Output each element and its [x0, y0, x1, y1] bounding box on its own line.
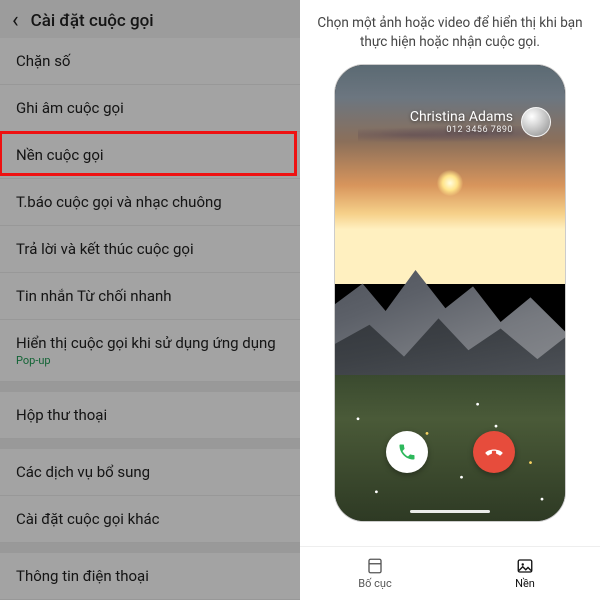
image-icon — [516, 557, 534, 575]
settings-item-background[interactable]: Nền cuộc gọi — [0, 132, 300, 179]
home-indicator — [410, 510, 490, 513]
back-icon[interactable]: ‹ — [12, 10, 19, 32]
settings-item-supplementary[interactable]: Các dịch vụ bổ sung — [0, 449, 300, 496]
settings-item-record[interactable]: Ghi âm cuộc gọi — [0, 85, 300, 132]
settings-item-sub: Pop-up — [16, 354, 284, 367]
settings-item-popup[interactable]: Hiển thị cuộc gọi khi sử dụng ứng dụng P… — [0, 320, 300, 382]
call-buttons — [335, 431, 565, 473]
phone-icon — [397, 442, 417, 462]
answer-button[interactable] — [386, 431, 428, 473]
caller-info: Christina Adams 012 3456 7890 — [410, 107, 551, 137]
settings-item-answer-end[interactable]: Trả lời và kết thúc cuộc gọi — [0, 226, 300, 273]
caller-name: Christina Adams — [410, 109, 513, 125]
layout-icon — [366, 557, 384, 575]
settings-item-other[interactable]: Cài đặt cuộc gọi khác — [0, 496, 300, 543]
phone-down-icon — [484, 442, 504, 462]
section-divider — [0, 382, 300, 392]
phone-preview[interactable]: Christina Adams 012 3456 7890 — [334, 64, 566, 522]
section-divider — [0, 543, 300, 553]
settings-item-quick-decline[interactable]: Tin nhắn Từ chối nhanh — [0, 273, 300, 320]
settings-panel: ‹ Cài đặt cuộc gọi Chặn số Ghi âm cuộc g… — [0, 0, 300, 600]
avatar — [521, 107, 551, 137]
call-background-panel: Chọn một ảnh hoặc video để hiển thị khi … — [300, 0, 600, 600]
section-divider — [0, 439, 300, 449]
caller-number: 012 3456 7890 — [410, 125, 513, 135]
tab-background[interactable]: Nền — [450, 547, 600, 600]
preview-area: Christina Adams 012 3456 7890 — [300, 60, 600, 546]
header: ‹ Cài đặt cuộc gọi — [0, 0, 300, 38]
tab-layout[interactable]: Bố cục — [300, 547, 450, 600]
settings-item-block[interactable]: Chặn số — [0, 38, 300, 85]
settings-item-voicemail[interactable]: Hộp thư thoại — [0, 392, 300, 439]
settings-item-phone-info[interactable]: Thông tin điện thoại — [0, 553, 300, 600]
settings-list: Chặn số Ghi âm cuộc gọi Nền cuộc gọi T.b… — [0, 38, 300, 600]
instruction-text: Chọn một ảnh hoặc video để hiển thị khi … — [300, 0, 600, 60]
page-title: Cài đặt cuộc gọi — [31, 11, 154, 31]
bottom-tabs: Bố cục Nền — [300, 546, 600, 600]
decline-button[interactable] — [473, 431, 515, 473]
settings-item-alerts[interactable]: T.báo cuộc gọi và nhạc chuông — [0, 179, 300, 226]
